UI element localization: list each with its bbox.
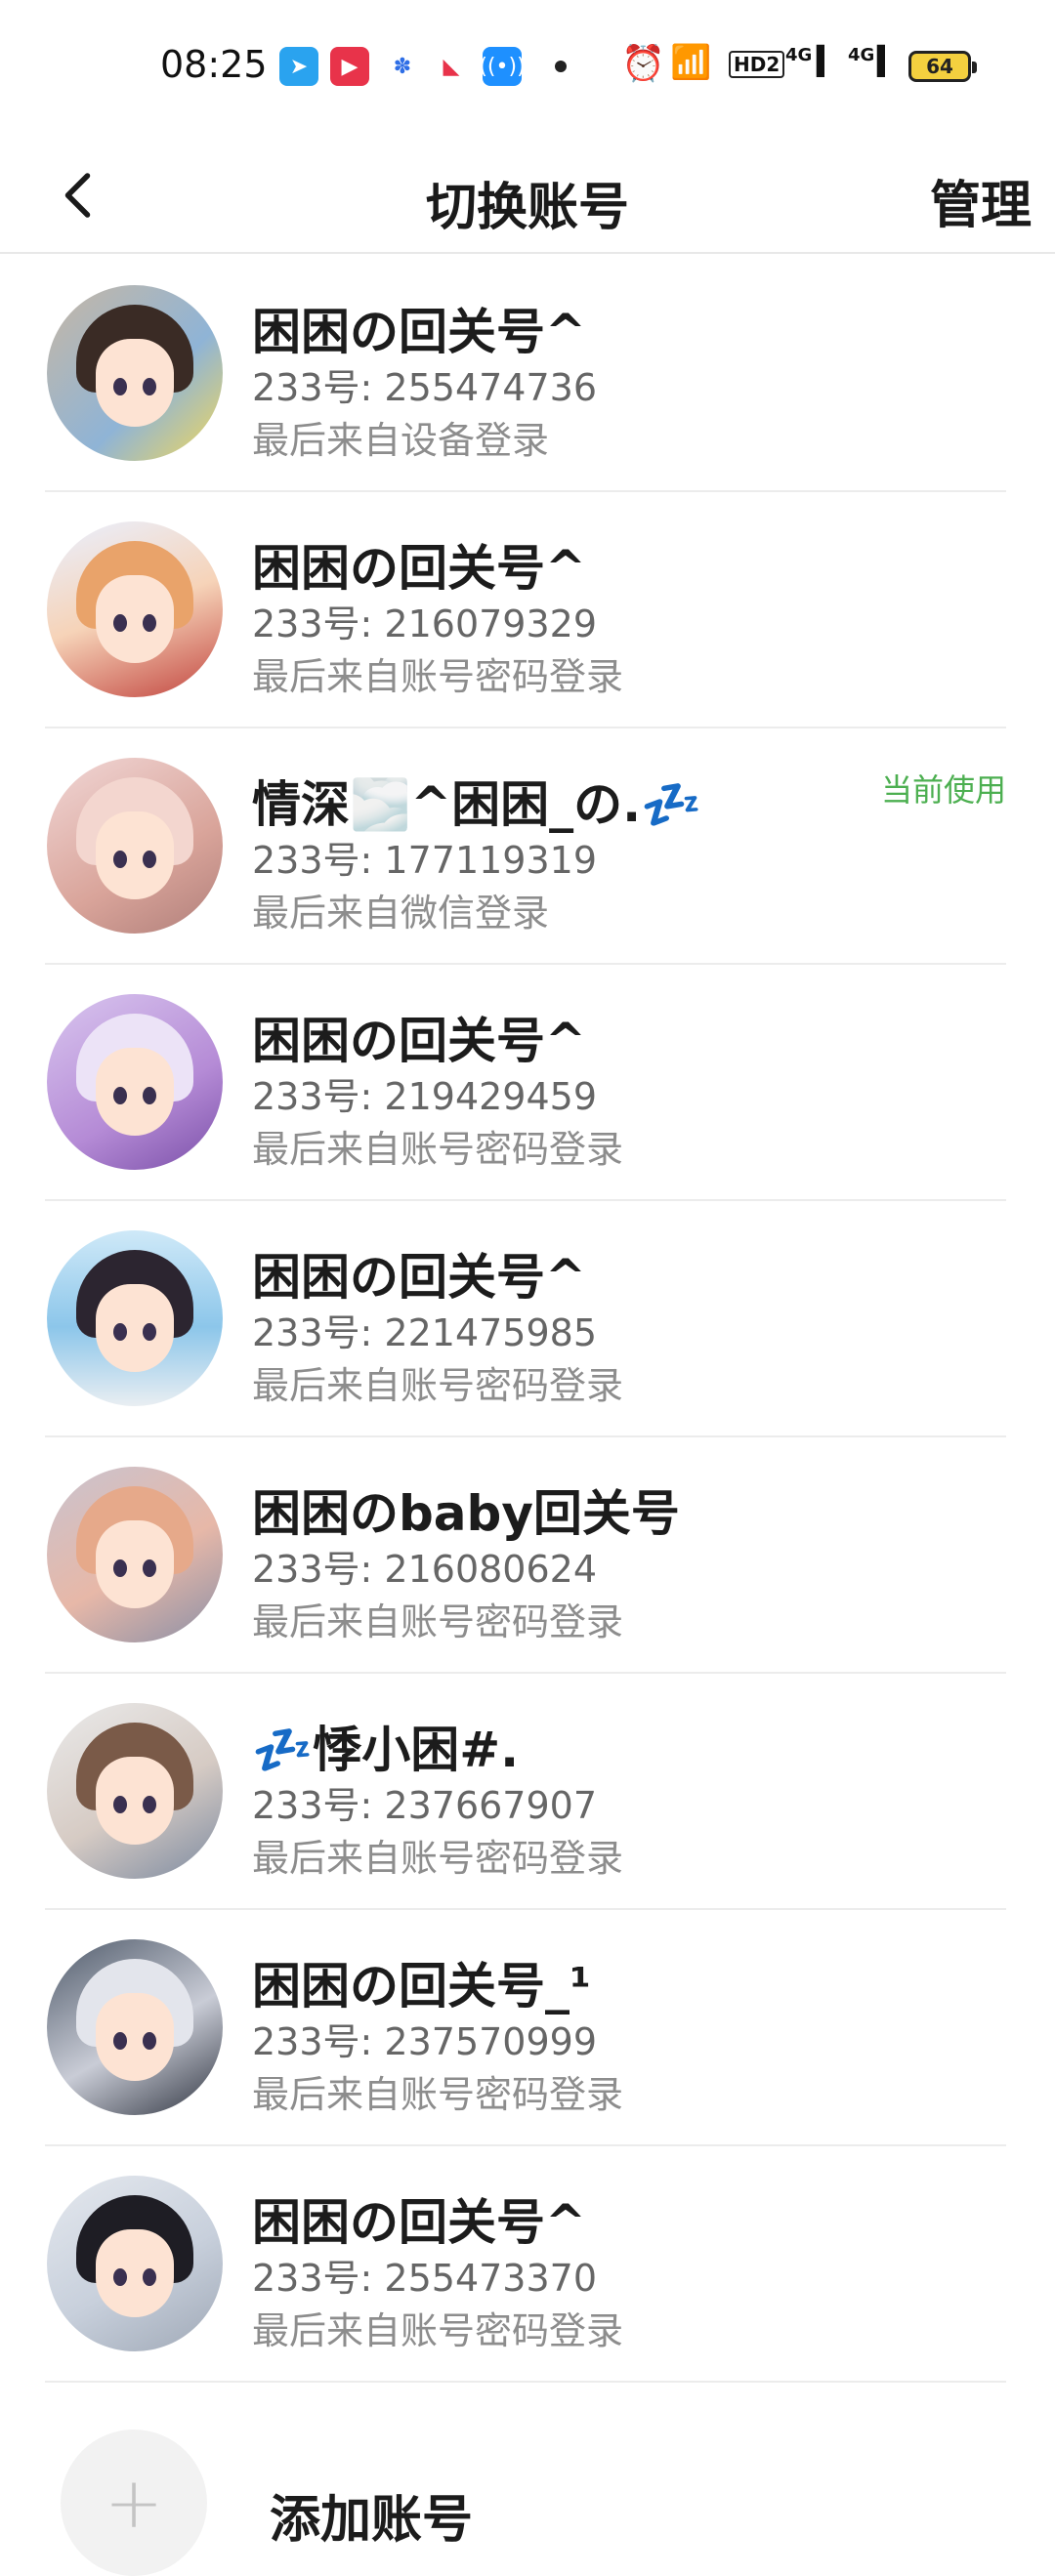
account-login-method: 最后来自账号密码登录 (252, 1837, 624, 1880)
signal-bars-icon: ▍ (817, 45, 838, 77)
telegram-icon: ➤ (279, 47, 318, 86)
app-icon: ◣ (432, 47, 471, 86)
notification-dot-icon (555, 61, 567, 72)
account-id: 233号: 216079329 (252, 602, 598, 645)
account-item[interactable]: 困困の回关号^ 233号: 219429459 最后来自账号密码登录 (45, 965, 1006, 1201)
account-login-method: 最后来自账号密码登录 (252, 655, 624, 698)
header: 切换账号 管理 (0, 137, 1055, 254)
account-item[interactable]: 困困の回关号^ 233号: 216079329 最后来自账号密码登录 (45, 492, 1006, 728)
signal-icon-1: 4G (785, 45, 813, 65)
account-list: 困困の回关号^ 233号: 255474736 最后来自设备登录 困困の回关号^… (0, 256, 1055, 2383)
account-name: 困困の回关号^ (252, 304, 586, 360)
account-name: 情深🌫️^困困_の.💤 (252, 776, 702, 833)
current-badge: 当前使用 (880, 771, 1006, 809)
account-item[interactable]: 情深🌫️^困困_の.💤 233号: 177119319 最后来自微信登录 当前使… (45, 728, 1006, 965)
signal-icon-2: 4G (848, 45, 875, 65)
avatar (47, 285, 223, 461)
account-item[interactable]: 💤悸小困#. 233号: 237667907 最后来自账号密码登录 (45, 1674, 1006, 1910)
account-item[interactable]: 困困の回关号^ 233号: 255473370 最后来自账号密码登录 (45, 2146, 1006, 2383)
account-name: 困困の回关号_¹ (252, 1958, 591, 2015)
avatar (47, 521, 223, 697)
account-name: 困困の回关号^ (252, 1013, 586, 1069)
add-account-button[interactable]: + 添加账号 (0, 2385, 1055, 2576)
account-name: 困困の回关号^ (252, 2194, 586, 2251)
alarm-icon: ⏰ (621, 44, 665, 84)
account-login-method: 最后来自账号密码登录 (252, 1364, 624, 1407)
hotspot-icon: ((•)) (479, 47, 526, 86)
plus-icon: + (61, 2430, 207, 2576)
avatar (47, 1703, 223, 1879)
avatar (47, 1467, 223, 1642)
account-id: 233号: 219429459 (252, 1075, 598, 1118)
account-login-method: 最后来自账号密码登录 (252, 2073, 624, 2116)
account-item[interactable]: 困困のbaby回关号 233号: 216080624 最后来自账号密码登录 (45, 1437, 1006, 1674)
account-login-method: 最后来自微信登录 (252, 892, 550, 935)
baidu-icon: ✽ (383, 47, 422, 86)
account-item[interactable]: 困困の回关号^ 233号: 221475985 最后来自账号密码登录 (45, 1201, 1006, 1437)
account-name: 困困の回关号^ (252, 1249, 586, 1306)
video-app-icon: ▶ (330, 47, 369, 86)
account-id: 233号: 255473370 (252, 2257, 598, 2300)
avatar (47, 1939, 223, 2115)
account-name: 困困の回关号^ (252, 540, 586, 597)
status-time: 08:25 (160, 43, 268, 86)
account-name: 困困のbaby回关号 (252, 1485, 680, 1542)
manage-button[interactable]: 管理 (930, 164, 1032, 237)
account-item[interactable]: 困困の回关号^ 233号: 255474736 最后来自设备登录 (45, 256, 1006, 492)
account-login-method: 最后来自设备登录 (252, 419, 550, 462)
account-login-method: 最后来自账号密码登录 (252, 1128, 624, 1171)
account-name: 💤悸小困#. (252, 1722, 520, 1778)
account-id: 233号: 177119319 (252, 839, 598, 882)
status-bar: 08:25 ➤ ▶ ✽ ◣ ((•)) ⏰ 📶 HD2 4G ▍ 4G ▍ 64 (0, 0, 1055, 137)
battery-icon: 64 (908, 51, 977, 82)
account-id: 233号: 255474736 (252, 366, 598, 409)
account-login-method: 最后来自账号密码登录 (252, 1600, 624, 1643)
account-id: 233号: 216080624 (252, 1548, 598, 1591)
avatar (47, 758, 223, 934)
account-login-method: 最后来自账号密码登录 (252, 2309, 624, 2352)
page-title: 切换账号 (425, 179, 629, 237)
avatar (47, 1230, 223, 1406)
avatar (47, 2176, 223, 2351)
wifi-icon: 📶 (670, 43, 712, 82)
avatar (47, 994, 223, 1170)
account-id: 233号: 237570999 (252, 2020, 598, 2063)
account-item[interactable]: 困困の回关号_¹ 233号: 237570999 最后来自账号密码登录 (45, 1910, 1006, 2146)
account-id: 233号: 237667907 (252, 1784, 598, 1827)
signal-bars-icon-2: ▍ (877, 45, 899, 77)
account-id: 233号: 221475985 (252, 1311, 598, 1354)
add-account-label: 添加账号 (270, 2491, 474, 2550)
hd-icon: HD2 (729, 51, 785, 78)
